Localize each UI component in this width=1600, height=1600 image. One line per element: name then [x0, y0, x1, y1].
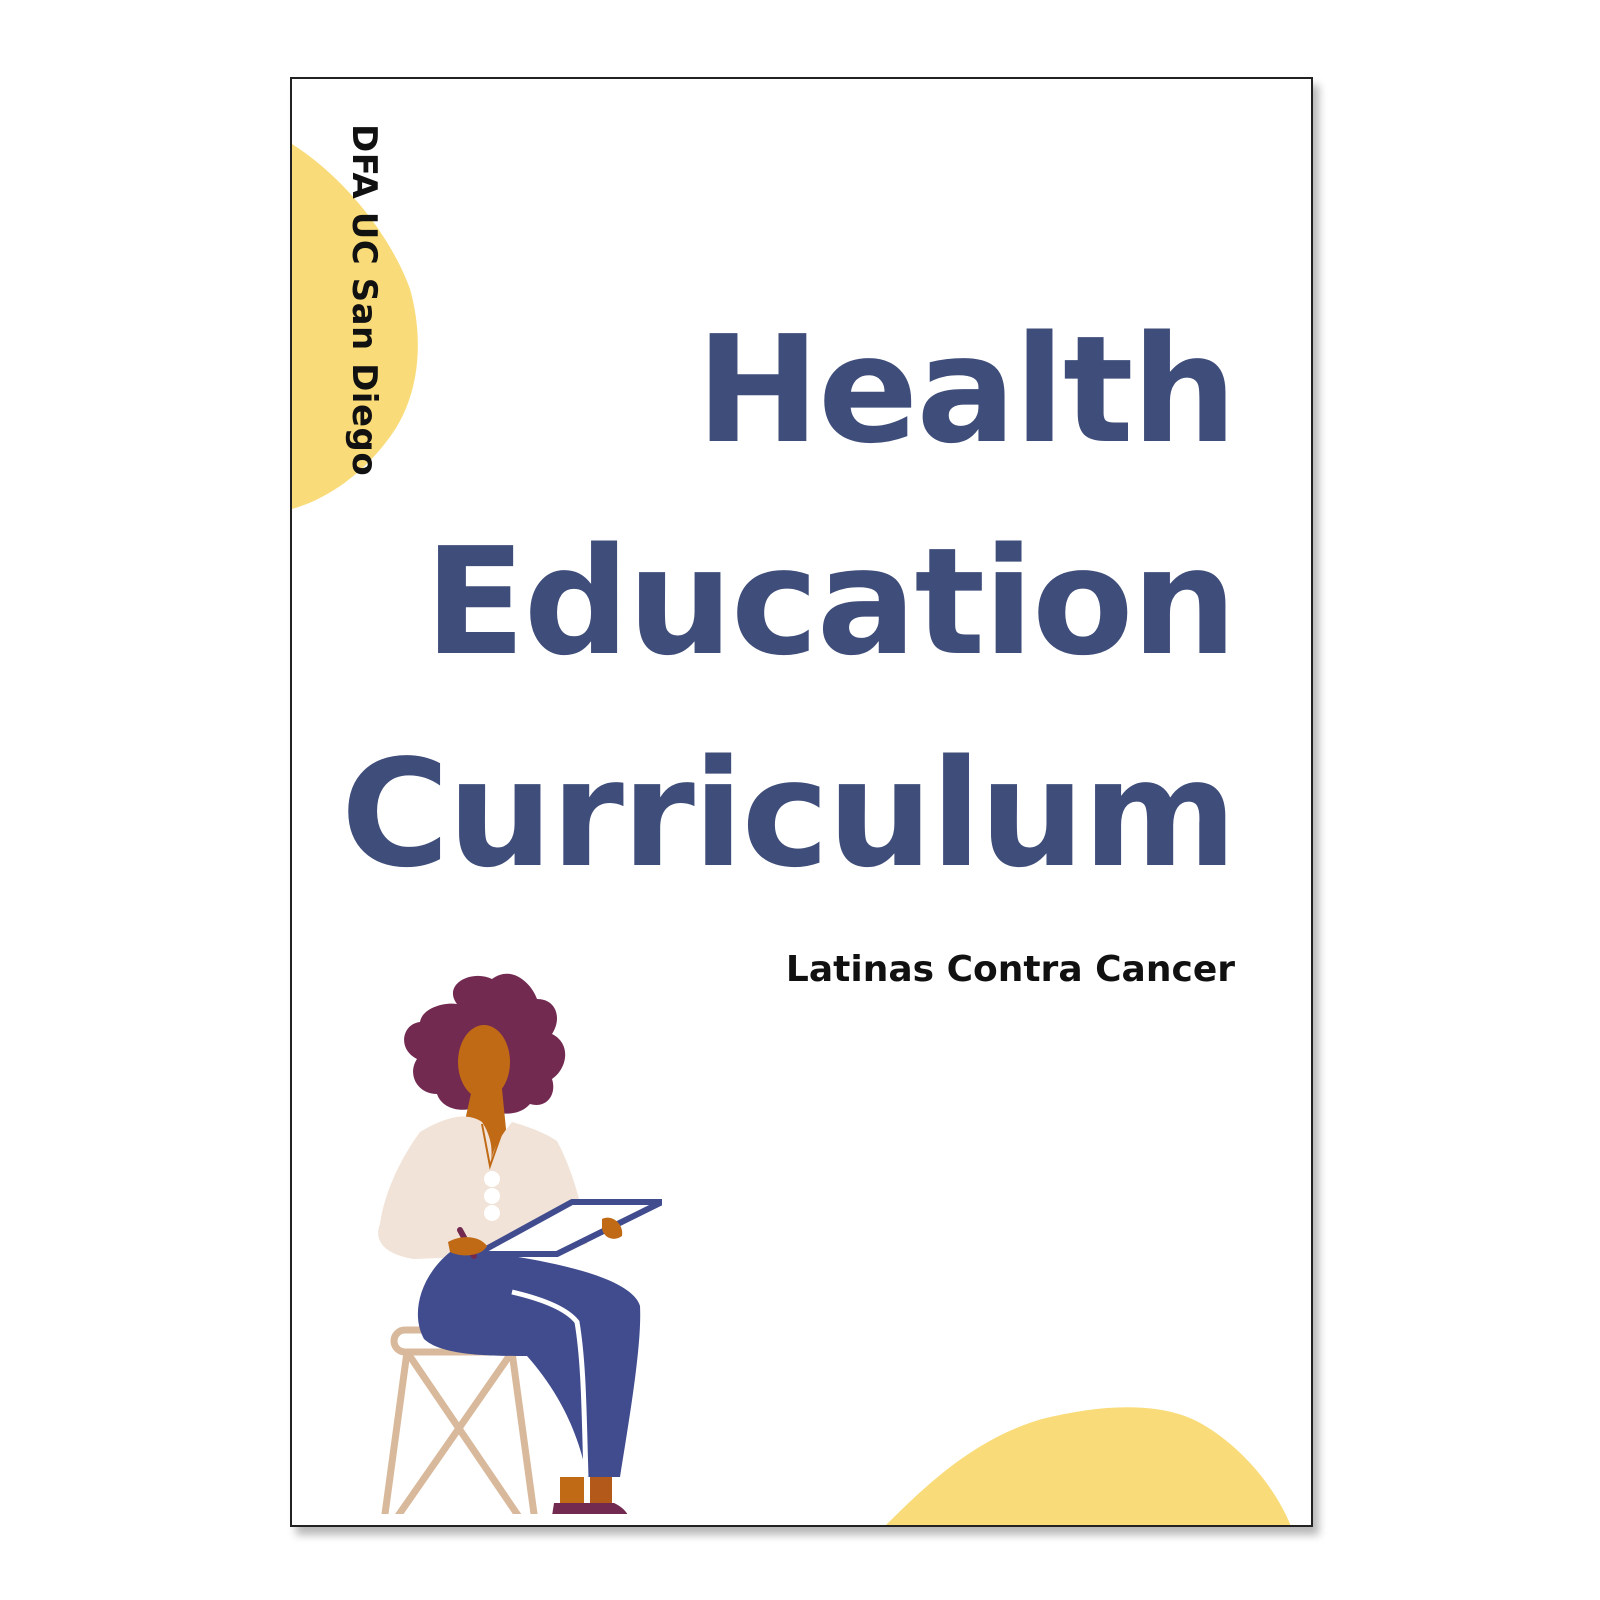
- shoe-shape: [587, 1503, 628, 1514]
- subtitle: Latinas Contra Cancer: [785, 949, 1235, 990]
- shoe-shape: [552, 1503, 591, 1514]
- title-line: Health: [696, 304, 1237, 476]
- page-title: Health Education Curriculum: [340, 284, 1237, 920]
- document-cover-page: DFA UC San Diego Health Education Curric…: [290, 77, 1313, 1527]
- woman-writing-illustration: [378, 973, 662, 1514]
- title-line: Curriculum: [340, 728, 1237, 900]
- yellow-blob-decoration: [886, 1407, 1291, 1525]
- face-shape: [458, 1025, 510, 1099]
- stool-icon: [381, 1326, 538, 1514]
- title-line: Education: [424, 516, 1237, 688]
